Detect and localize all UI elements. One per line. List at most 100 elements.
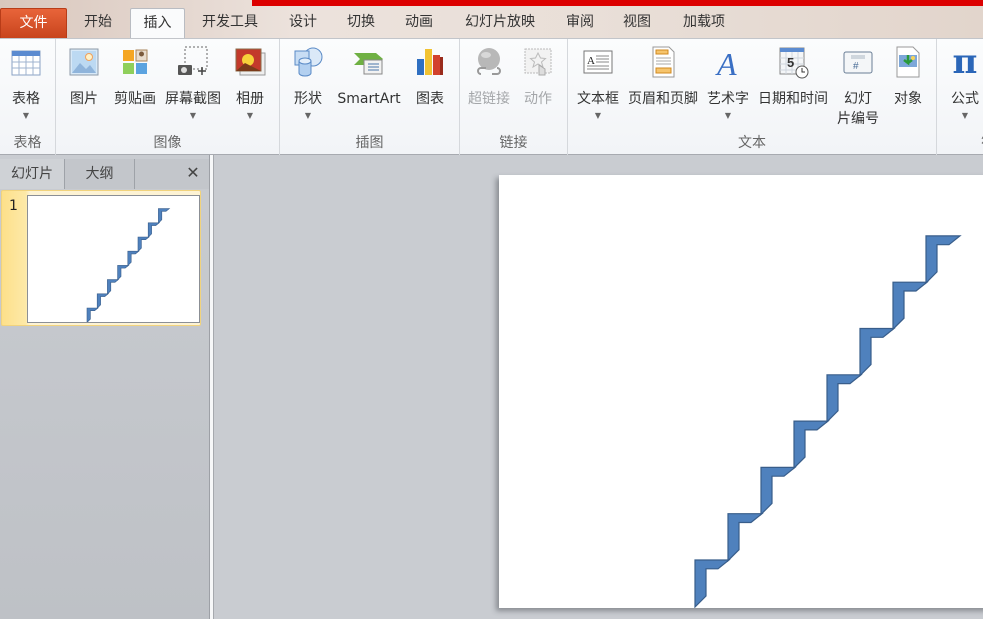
textbox-icon: A: [583, 50, 613, 74]
stair-step[interactable]: [96, 293, 110, 310]
group-label-images: 图像: [153, 135, 182, 151]
chart-label: 图表: [416, 91, 444, 107]
slide-editor: [214, 155, 983, 619]
slide-number-label-line2: 片编号: [837, 111, 879, 127]
equation-button[interactable]: π 公式 ▼: [943, 45, 983, 121]
stair-step[interactable]: [760, 466, 797, 516]
clipart-icon: [123, 49, 148, 74]
date-digit: 5: [787, 55, 794, 70]
header-footer-icon: [652, 46, 675, 78]
chevron-down-icon: ▼: [594, 111, 602, 120]
table-icon: [11, 50, 41, 76]
table-button[interactable]: 表格 ▼: [6, 45, 46, 121]
tab-animations[interactable]: 动画: [394, 9, 444, 38]
tab-home[interactable]: 开始: [70, 9, 126, 38]
slide-canvas[interactable]: [499, 175, 983, 608]
object-label: 对象: [894, 91, 922, 107]
shapes-button[interactable]: 形状 ▼: [288, 45, 328, 121]
group-images: 图片 剪贴画 屏幕截图 ▼ 相册 ▼ 图像: [56, 39, 280, 155]
smartart-button[interactable]: SmartArt: [334, 45, 404, 109]
hyperlink-label: 超链接: [468, 91, 510, 107]
tab-design[interactable]: 设计: [278, 9, 328, 38]
stair-step[interactable]: [826, 374, 863, 424]
tab-file[interactable]: 文件: [0, 8, 67, 38]
stair-step[interactable]: [793, 420, 830, 470]
group-label-links: 链接: [499, 135, 528, 151]
chevron-down-icon: ▼: [961, 111, 969, 120]
table-label: 表格: [12, 91, 40, 107]
tab-transitions[interactable]: 切换: [336, 9, 386, 38]
equation-label: 公式: [951, 91, 979, 107]
stair-step[interactable]: [859, 327, 896, 377]
date-time-icon: 5: [779, 47, 809, 79]
tab-outline[interactable]: 大纲: [65, 159, 135, 189]
textbox-button[interactable]: A 文本框 ▼: [574, 45, 622, 121]
slide-number-icon: #: [843, 51, 873, 74]
screenshot-icon: [178, 46, 208, 75]
slide-number-button[interactable]: # 幻灯 片编号: [834, 45, 882, 129]
ribbon: 表格 ▼ 表格 图片 剪贴画 屏幕截图 ▼ 相册 ▼ 图像 形状 ▼ Smart…: [0, 38, 983, 155]
group-illustrations: 形状 ▼ SmartArt 图表 插图: [280, 39, 460, 155]
action-button: 动作: [518, 45, 558, 109]
stair-step[interactable]: [158, 208, 171, 224]
photo-album-label: 相册: [236, 91, 264, 107]
chevron-down-icon: ▼: [22, 111, 30, 120]
svg-text:#: #: [853, 61, 859, 72]
tab-developer[interactable]: 开发工具: [190, 9, 270, 38]
shapes-label: 形状: [294, 91, 322, 107]
picture-button[interactable]: 图片: [64, 45, 104, 109]
stair-step[interactable]: [694, 559, 731, 608]
slide-number-label-line1: 幻灯: [844, 91, 872, 107]
textbox-label: 文本框: [577, 91, 619, 107]
chevron-down-icon: ▼: [724, 111, 732, 120]
screenshot-button[interactable]: 屏幕截图 ▼: [161, 45, 225, 121]
slide-number-label: 幻灯 片编号: [834, 89, 882, 129]
screenshot-label: 屏幕截图: [165, 91, 221, 107]
header-footer-label: 页眉和页脚: [628, 91, 698, 107]
stair-step[interactable]: [925, 235, 962, 285]
object-button[interactable]: 对象: [886, 45, 930, 109]
stair-step[interactable]: [107, 279, 120, 295]
ribbon-tab-strip: 文件 开始 插入 开发工具 设计 切换 动画 幻灯片放映 审阅 视图 加载项: [0, 0, 983, 38]
group-symbols: π 公式 ▼ 符: [937, 39, 983, 155]
action-icon: [524, 48, 552, 76]
chart-icon: [417, 49, 443, 75]
clipart-button[interactable]: 剪贴画: [111, 45, 159, 109]
date-time-button[interactable]: 5 日期和时间: [754, 45, 832, 109]
tab-slideshow[interactable]: 幻灯片放映: [455, 9, 545, 38]
tab-slides[interactable]: 幻灯片: [0, 159, 65, 189]
wordart-icon: A: [715, 46, 737, 79]
photo-album-icon: [235, 48, 266, 76]
stair-step[interactable]: [892, 281, 929, 331]
slide-number: 1: [9, 198, 18, 214]
wordart-label: 艺术字: [707, 91, 749, 107]
slide-thumbnail-item[interactable]: 1: [1, 190, 201, 326]
tab-insert[interactable]: 插入: [130, 8, 185, 38]
stair-step[interactable]: [117, 265, 130, 281]
picture-label: 图片: [70, 91, 98, 107]
close-icon[interactable]: ✕: [185, 165, 201, 181]
slide-thumbnail[interactable]: [27, 195, 200, 323]
date-time-label: 日期和时间: [758, 91, 828, 107]
photo-album-button[interactable]: 相册 ▼: [228, 45, 272, 121]
chevron-down-icon: ▼: [304, 111, 312, 120]
header-footer-button[interactable]: 页眉和页脚: [624, 45, 702, 109]
chart-button[interactable]: 图表: [408, 45, 452, 109]
chevron-down-icon: ▼: [246, 111, 254, 120]
slides-pane: 幻灯片 大纲 ✕ 1: [0, 155, 209, 619]
smartart-label: SmartArt: [337, 91, 401, 107]
stair-step[interactable]: [137, 236, 150, 253]
tab-view[interactable]: 视图: [614, 9, 660, 38]
svg-text:A: A: [715, 46, 737, 79]
clipart-label: 剪贴画: [114, 91, 156, 107]
group-label-illustrations: 插图: [355, 135, 384, 151]
tab-addins[interactable]: 加载项: [672, 9, 736, 38]
stair-step[interactable]: [127, 250, 140, 267]
stair-step[interactable]: [147, 222, 161, 239]
group-table: 表格 ▼ 表格: [0, 39, 56, 155]
title-bar-accent: [252, 0, 983, 6]
stair-step[interactable]: [86, 307, 99, 322]
wordart-button[interactable]: A 艺术字 ▼: [704, 45, 752, 121]
tab-review[interactable]: 审阅: [557, 9, 603, 38]
stair-step[interactable]: [727, 513, 764, 563]
